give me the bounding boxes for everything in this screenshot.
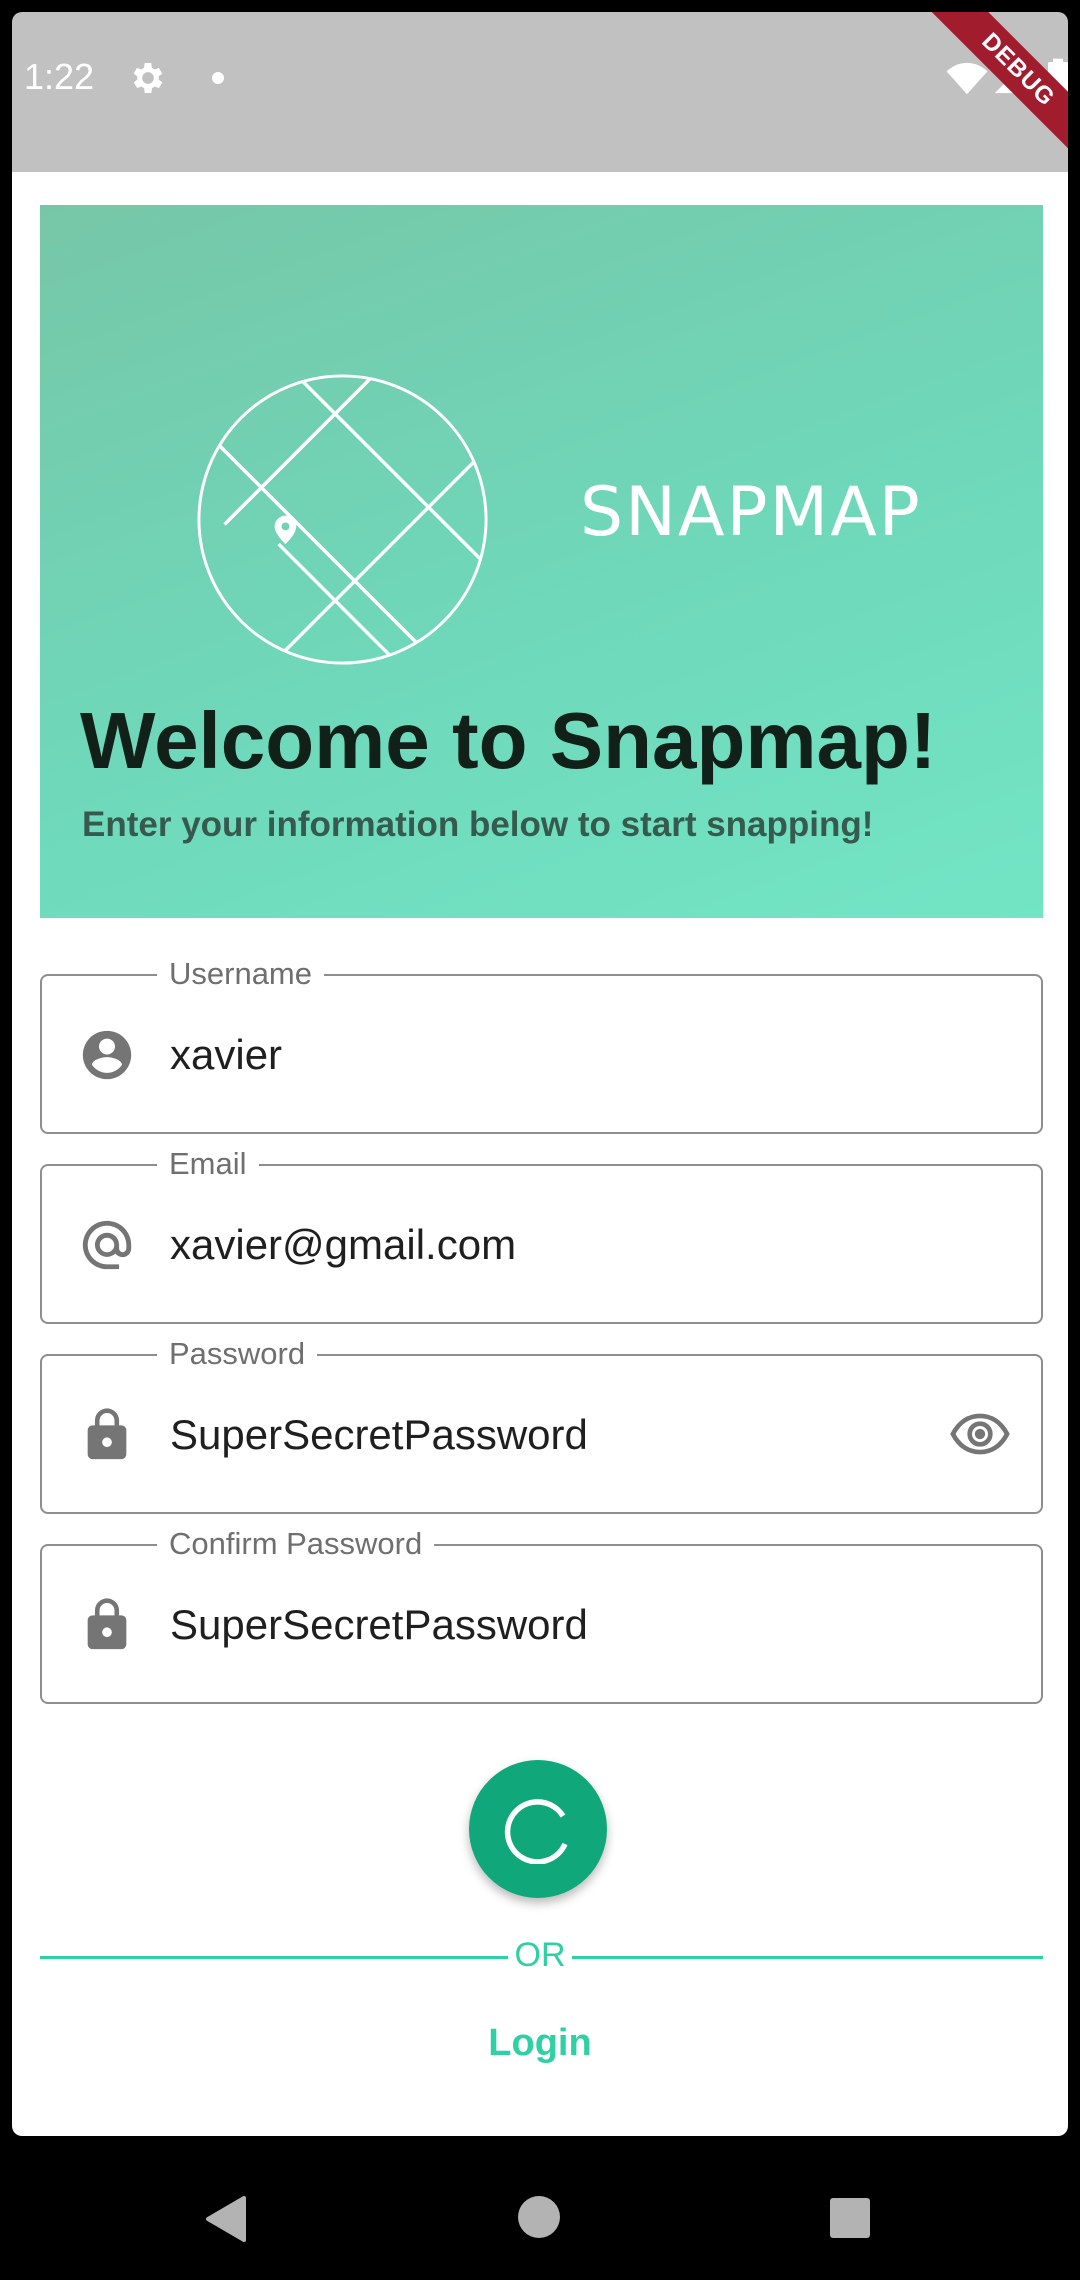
username-field[interactable]: Username xavier	[40, 954, 1043, 1134]
loading-spinner-icon	[504, 1799, 568, 1864]
confirm-password-label: Confirm Password	[157, 1524, 435, 1564]
login-link[interactable]: Login	[412, 2022, 668, 2065]
username-input[interactable]: xavier	[170, 1028, 282, 1082]
status-time: 1:22	[24, 56, 95, 97]
welcome-title: Welcome to Snapmap!	[80, 696, 937, 785]
signup-screen: SNAPMAP Welcome to Snapmap! Enter your i…	[12, 172, 1068, 2136]
navigation-bar	[0, 2136, 1080, 2280]
hero-banner: SNAPMAP Welcome to Snapmap! Enter your i…	[40, 205, 1043, 918]
password-input[interactable]: SuperSecretPassword	[170, 1408, 588, 1462]
confirm-password-input[interactable]: SuperSecretPassword	[170, 1598, 588, 1652]
debug-banner: DEBUG	[911, 12, 1068, 172]
confirm-password-field[interactable]: Confirm Password SuperSecretPassword	[40, 1524, 1043, 1704]
divider-line-right	[572, 1956, 1043, 1959]
recents-square-icon[interactable]	[830, 2198, 870, 2238]
wifi-icon	[946, 62, 988, 95]
email-field[interactable]: Email xavier@gmail.com	[40, 1144, 1043, 1324]
divider-line-left	[40, 1956, 508, 1959]
at-sign-icon	[82, 1220, 132, 1270]
eye-icon[interactable]	[949, 1410, 1011, 1458]
screen: 1:22 DEBUG SNAPMAP Welcome to Snapmap! E…	[0, 0, 1080, 2280]
back-triangle-icon[interactable]	[204, 2194, 248, 2244]
divider-or-text: OR	[514, 1936, 566, 1974]
map-logo-icon	[197, 374, 488, 665]
lock-icon	[87, 1408, 127, 1460]
welcome-subtitle: Enter your information below to start sn…	[82, 805, 874, 844]
password-label: Password	[157, 1334, 318, 1374]
email-label: Email	[157, 1144, 259, 1184]
home-circle-icon[interactable]	[518, 2196, 560, 2238]
brand-name: SNAPMAP	[580, 473, 922, 552]
submit-button[interactable]	[469, 1760, 607, 1898]
settings-gear-icon	[133, 63, 163, 93]
username-label: Username	[157, 954, 324, 994]
password-field[interactable]: Password SuperSecretPassword	[40, 1334, 1043, 1514]
notification-dot-icon	[212, 72, 224, 84]
lock-icon	[87, 1598, 127, 1650]
email-input[interactable]: xavier@gmail.com	[170, 1218, 516, 1272]
account-circle-icon	[82, 1030, 132, 1080]
status-bar: 1:22 DEBUG	[12, 12, 1068, 172]
